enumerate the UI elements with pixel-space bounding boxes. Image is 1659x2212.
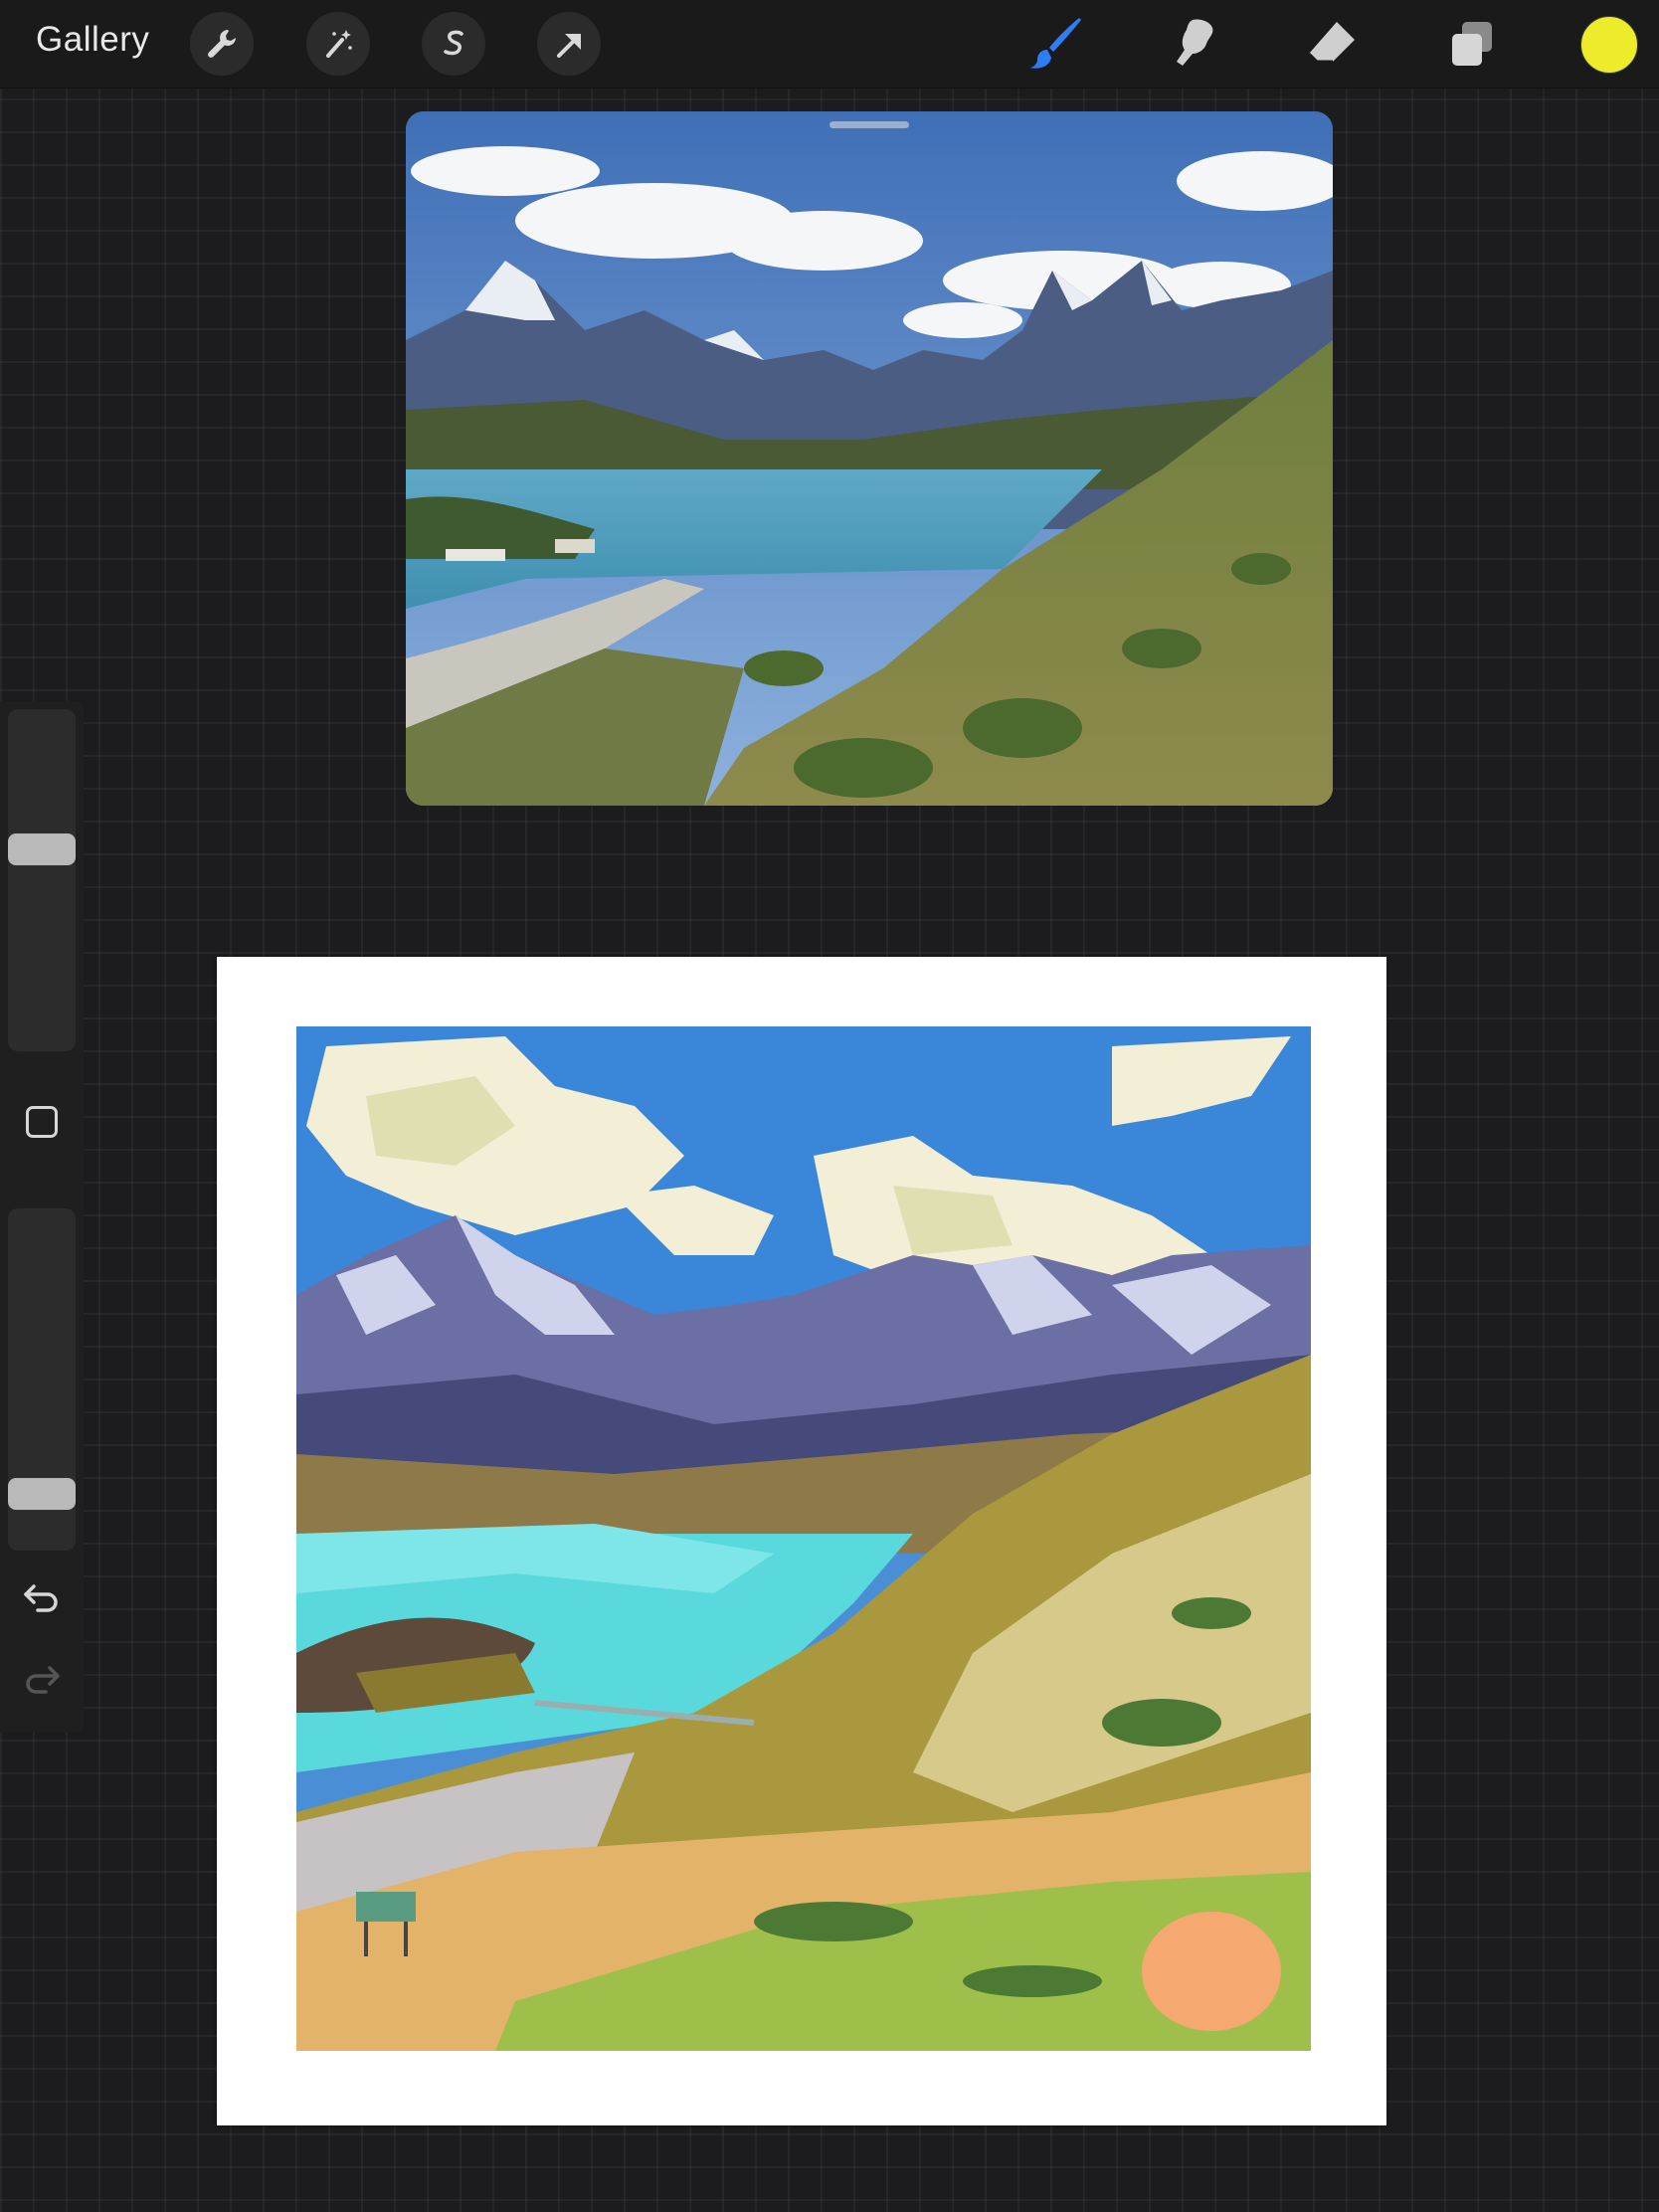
brush-size-slider[interactable] bbox=[8, 709, 76, 1051]
transform-arrow-icon bbox=[557, 34, 581, 58]
selection-button[interactable] bbox=[422, 12, 485, 76]
transform-button[interactable] bbox=[537, 12, 601, 76]
brush-size-slider-thumb[interactable] bbox=[8, 832, 76, 865]
gallery-button[interactable]: Gallery bbox=[36, 20, 149, 60]
opacity-slider[interactable] bbox=[8, 1208, 76, 1551]
brush-icon bbox=[1029, 18, 1081, 69]
undo-icon bbox=[24, 1584, 58, 1612]
eraser-icon bbox=[1307, 22, 1355, 64]
redo-button[interactable] bbox=[20, 1660, 64, 1700]
opacity-slider-thumb[interactable] bbox=[8, 1478, 76, 1511]
top-toolbar: Gallery bbox=[0, 0, 1659, 89]
sidebar bbox=[0, 701, 84, 1733]
wrench-icon bbox=[208, 30, 236, 58]
layers-icon bbox=[1452, 22, 1492, 66]
color-swatch[interactable] bbox=[1580, 16, 1638, 74]
layers-button[interactable] bbox=[1438, 10, 1506, 78]
undo-button[interactable] bbox=[20, 1578, 64, 1618]
adjustments-button[interactable] bbox=[306, 12, 370, 76]
brush-tool[interactable] bbox=[1021, 10, 1089, 78]
redo-icon bbox=[26, 1666, 60, 1694]
reference-photo bbox=[406, 111, 1333, 806]
smudge-icon bbox=[1177, 19, 1213, 66]
actions-button[interactable] bbox=[190, 12, 254, 76]
landscape-painting bbox=[296, 1026, 1311, 2051]
eraser-tool[interactable] bbox=[1299, 10, 1367, 78]
reference-window[interactable] bbox=[406, 111, 1333, 806]
smudge-tool[interactable] bbox=[1161, 10, 1228, 78]
selection-s-icon bbox=[444, 30, 463, 56]
drag-handle[interactable] bbox=[830, 121, 909, 128]
modify-button[interactable] bbox=[26, 1106, 58, 1138]
drawing-canvas[interactable] bbox=[217, 957, 1386, 2125]
magic-wand-icon bbox=[326, 30, 352, 58]
